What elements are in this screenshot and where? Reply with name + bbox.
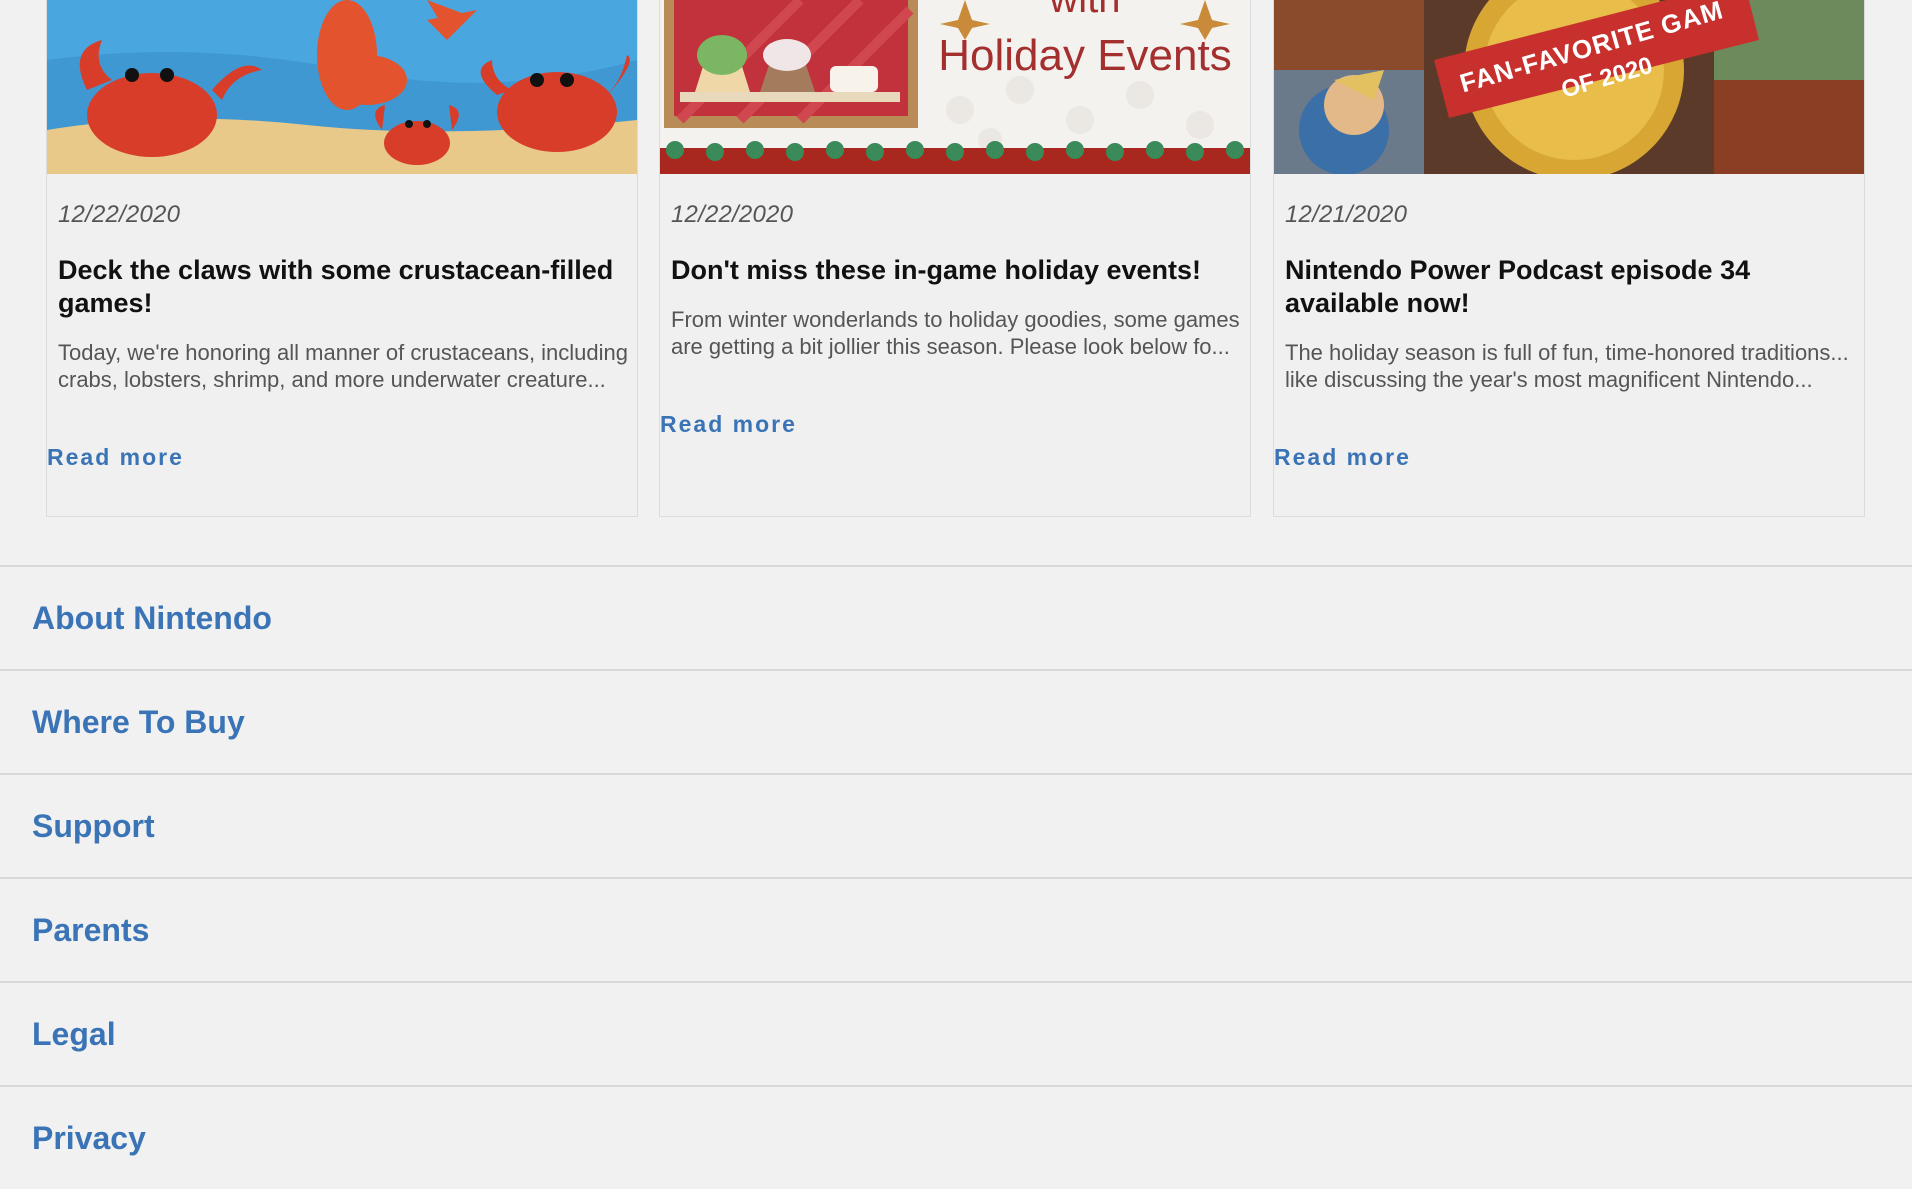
footer-item-label[interactable]: Where To Buy [32, 704, 245, 741]
footer-item-privacy[interactable]: Privacy [0, 1085, 1912, 1189]
card-description: The holiday season is full of fun, time-… [1285, 340, 1849, 392]
footer-item-label[interactable]: Privacy [32, 1120, 146, 1157]
news-card[interactable]: FAN-FAVORITE GAM OF 2020 12/21/2020 Nint… [1273, 0, 1865, 517]
image-caption-top: with [1048, 0, 1120, 21]
news-card[interactable]: 12/22/2020 Deck the claws with some crus… [46, 0, 638, 517]
card-date: 12/22/2020 [58, 201, 181, 228]
image-caption-main: Holiday Events [938, 31, 1231, 80]
card-title[interactable]: Nintendo Power Podcast episode 34 availa… [1285, 254, 1855, 320]
footer-item-parents[interactable]: Parents [0, 877, 1912, 981]
news-card[interactable]: with Holiday Events 12/22/2020 Don't mis… [659, 0, 1251, 517]
card-description: From winter wonderlands to holiday goodi… [671, 307, 1240, 359]
card-date: 12/22/2020 [671, 201, 794, 228]
read-more-link[interactable]: Read more [1274, 444, 1411, 471]
fan-favorite-games-thumbnail[interactable]: FAN-FAVORITE GAM OF 2020 [1274, 0, 1864, 174]
read-more-link[interactable]: Read more [660, 411, 797, 438]
footer-item-about-nintendo[interactable]: About Nintendo [0, 565, 1912, 669]
footer-item-support[interactable]: Support [0, 773, 1912, 877]
footer-item-label[interactable]: Parents [32, 912, 149, 949]
card-title[interactable]: Deck the claws with some crustacean-fill… [58, 254, 628, 320]
footer-nav: About Nintendo Where To Buy Support Pare… [0, 565, 1912, 1189]
read-more-link[interactable]: Read more [47, 444, 184, 471]
news-cards: 12/22/2020 Deck the claws with some crus… [0, 0, 1912, 565]
holiday-events-thumbnail[interactable]: with Holiday Events [660, 0, 1250, 174]
footer-item-label[interactable]: Legal [32, 1016, 116, 1053]
footer-item-label[interactable]: Support [32, 808, 155, 845]
footer-item-legal[interactable]: Legal [0, 981, 1912, 1085]
card-title[interactable]: Don't miss these in-game holiday events! [671, 254, 1241, 287]
footer-item-label[interactable]: About Nintendo [32, 600, 272, 637]
footer-item-where-to-buy[interactable]: Where To Buy [0, 669, 1912, 773]
card-date: 12/21/2020 [1285, 201, 1408, 228]
card-description: Today, we're honoring all manner of crus… [58, 340, 629, 392]
crabs-thumbnail[interactable] [47, 0, 637, 174]
